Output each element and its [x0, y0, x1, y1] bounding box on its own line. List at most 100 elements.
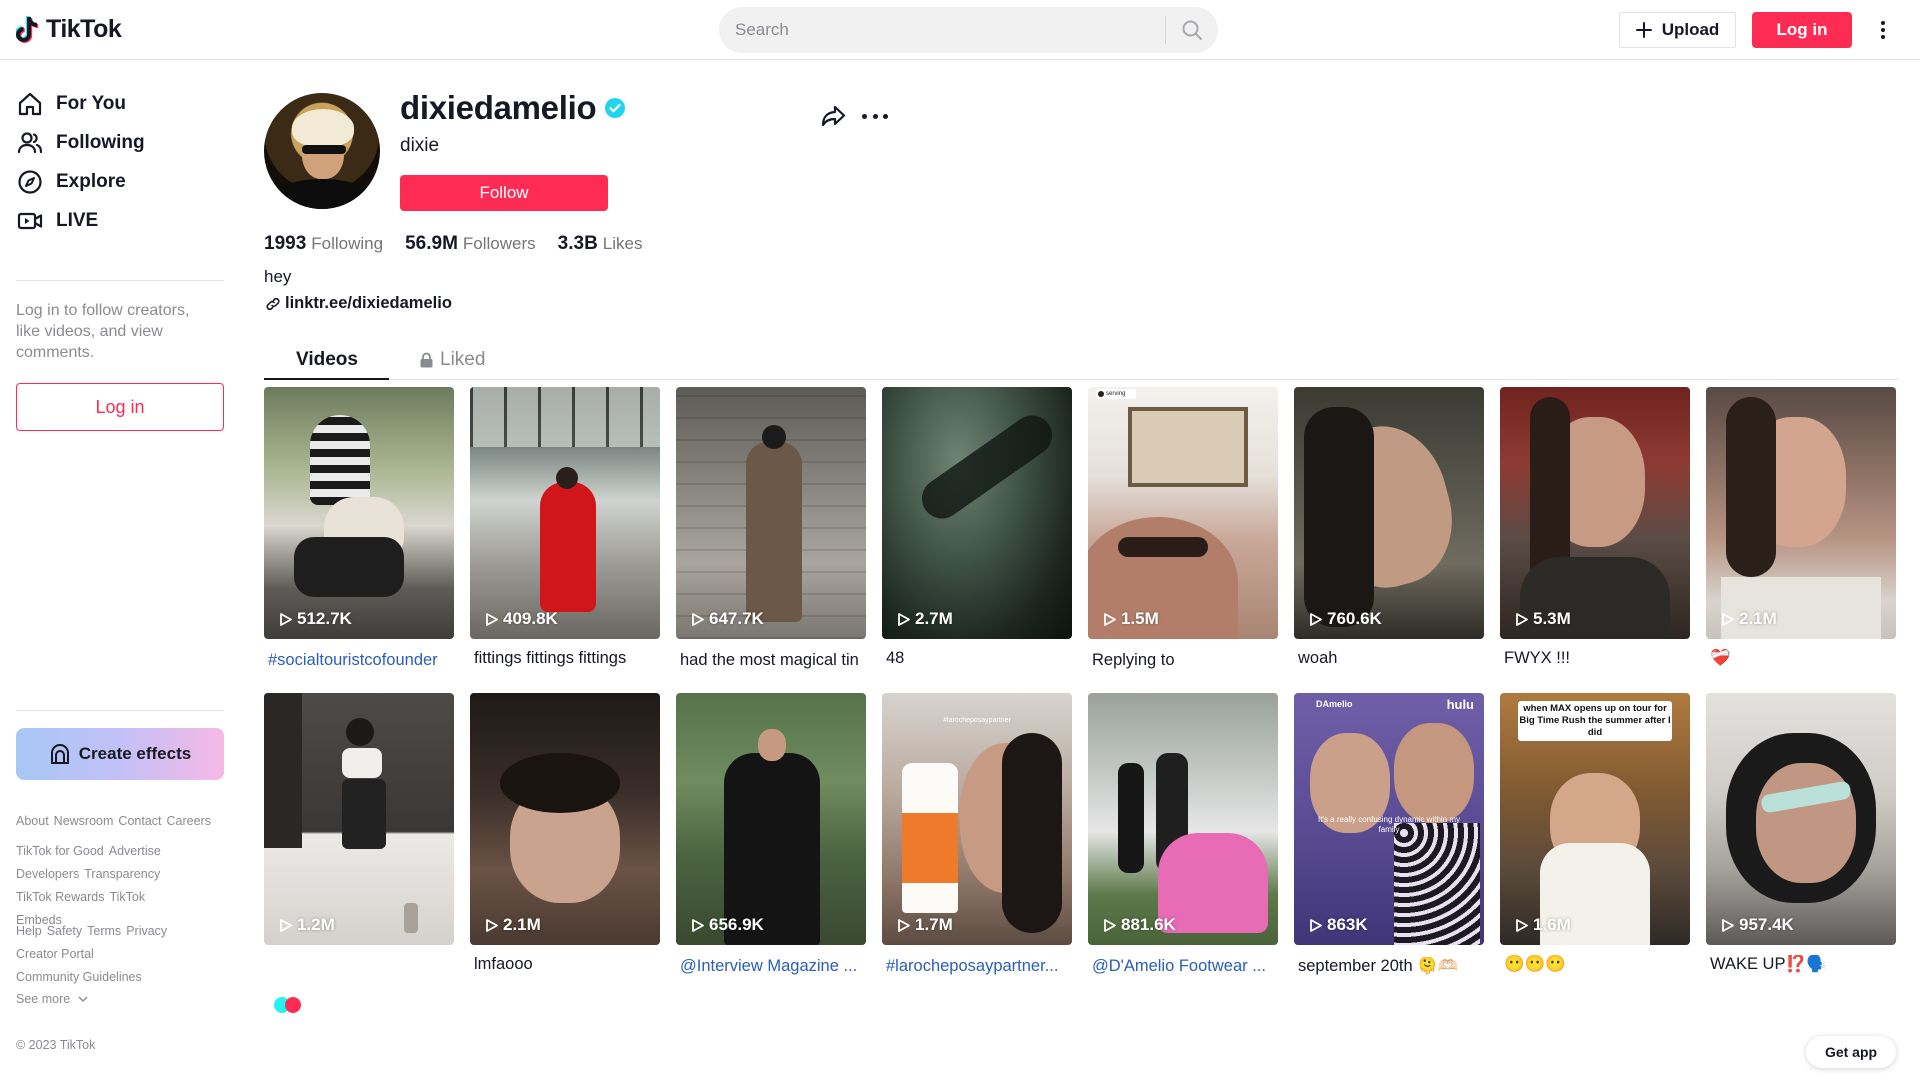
video-caption[interactable]: WAKE UP⁉️🗣️: [1710, 955, 1896, 974]
video-card[interactable]: 2.1M lmfaooo: [470, 693, 660, 973]
profile-more-icon[interactable]: [862, 106, 888, 126]
get-app-button[interactable]: Get app: [1806, 1036, 1896, 1068]
stat-following[interactable]: 1993 Following: [264, 233, 383, 255]
video-caption[interactable]: fittings fittings fittings: [474, 649, 660, 668]
footer-link[interactable]: Terms: [87, 924, 121, 938]
profile-avatar[interactable]: [264, 93, 380, 209]
sidebar-item-following[interactable]: Following: [16, 123, 145, 163]
footer-link[interactable]: Help: [16, 924, 42, 938]
video-card[interactable]: 647.7K had the most magical tin: [676, 387, 866, 669]
video-caption[interactable]: ❤️‍🩹: [1710, 649, 1896, 668]
video-caption[interactable]: 😶😶😶: [1504, 955, 1690, 974]
video-card[interactable]: 881.6K @D'Amelio Footwear ...: [1088, 693, 1278, 975]
play-icon: [1516, 612, 1528, 626]
tab-videos[interactable]: Videos: [296, 340, 358, 380]
view-count: 2.1M: [1720, 609, 1777, 629]
create-effects-button[interactable]: Create effects: [16, 728, 224, 780]
video-thumbnail: [882, 387, 1072, 639]
profile-username: dixiedamelio: [400, 89, 626, 127]
video-card[interactable]: 5.3M FWYX !!!: [1500, 387, 1690, 667]
stat-followers[interactable]: 56.9M Followers: [405, 233, 536, 255]
tab-liked[interactable]: Liked: [419, 340, 485, 380]
video-caption[interactable]: #socialtouristcofounder: [268, 651, 454, 670]
search-button[interactable]: [1166, 7, 1218, 53]
video-card[interactable]: DAmelio hulu It's a really confusing dyn…: [1294, 693, 1484, 975]
footer-link[interactable]: Community Guidelines: [16, 970, 142, 984]
video-thumbnail: [470, 693, 660, 945]
sidebar-divider: [16, 710, 224, 711]
footer-link[interactable]: Developers: [16, 867, 79, 881]
follow-button[interactable]: Follow: [400, 175, 608, 211]
video-caption[interactable]: 48: [886, 649, 1072, 668]
play-icon: [1310, 918, 1322, 932]
sidebar-item-for-you[interactable]: For You: [16, 84, 126, 124]
video-caption[interactable]: @Interview Magazine ...: [680, 957, 866, 976]
create-effects-label: Create effects: [78, 744, 192, 763]
video-caption[interactable]: had the most magical tin: [680, 651, 866, 670]
video-thumbnail: DAmelio hulu It's a really confusing dyn…: [1294, 693, 1484, 945]
video-thumbnail: [1706, 693, 1896, 945]
view-count: 5.3M: [1514, 609, 1571, 629]
play-icon: [486, 918, 498, 932]
video-thumbnail: [676, 693, 866, 945]
upload-button[interactable]: Upload: [1619, 12, 1736, 48]
footer-link[interactable]: Advertise: [109, 844, 161, 858]
footer-link[interactable]: Contact: [118, 814, 161, 828]
footer-link[interactable]: Privacy: [126, 924, 167, 938]
top-header: TikTok Upload Log in: [0, 0, 1920, 60]
video-card[interactable]: 1.2M: [264, 693, 454, 945]
search-input[interactable]: [719, 7, 1165, 53]
video-caption[interactable]: lmfaooo: [474, 955, 660, 974]
sidebar-login-button[interactable]: Log in: [16, 383, 224, 431]
video-card[interactable]: #larocheposaypartner 1.7M #larocheposayp…: [882, 693, 1072, 975]
logo-text: TikTok: [46, 14, 122, 43]
video-thumbnail: [1500, 387, 1690, 639]
play-icon: [898, 612, 910, 626]
play-icon: [1516, 918, 1528, 932]
footer-link[interactable]: TikTok for Good: [16, 844, 104, 858]
tiktok-logo[interactable]: TikTok: [16, 14, 122, 44]
sidebar-item-live[interactable]: LIVE: [16, 201, 98, 241]
footer-link[interactable]: Creator Portal: [16, 947, 94, 961]
home-icon: [18, 92, 42, 116]
stat-label: Following: [311, 234, 384, 253]
view-count: 2.7M: [896, 609, 953, 629]
footer-link[interactable]: About: [16, 814, 49, 828]
profile-link[interactable]: linktr.ee/dixiedamelio: [266, 294, 452, 313]
video-card[interactable]: 512.7K #socialtouristcofounder: [264, 387, 454, 669]
footer-link[interactable]: TikTok Rewards: [16, 890, 104, 904]
view-count-text: 2.1M: [503, 915, 541, 934]
footer-link[interactable]: Safety: [47, 924, 82, 938]
video-card[interactable]: serving 1.5M Replying to: [1088, 387, 1278, 669]
header-login-button[interactable]: Log in: [1752, 12, 1852, 48]
play-icon: [1722, 612, 1734, 626]
video-overlay-text: DAmelio: [1316, 699, 1353, 709]
stat-value: 3.3B: [557, 233, 598, 254]
sidebar-item-explore[interactable]: Explore: [16, 162, 126, 202]
video-caption[interactable]: #larocheposaypartner...: [886, 957, 1072, 976]
video-card[interactable]: 760.6K woah: [1294, 387, 1484, 667]
video-card[interactable]: 2.1M ❤️‍🩹: [1706, 387, 1896, 667]
video-caption[interactable]: @D'Amelio Footwear ...: [1092, 957, 1278, 976]
video-caption[interactable]: FWYX !!!: [1504, 649, 1690, 668]
footer-link[interactable]: Newsroom: [54, 814, 114, 828]
video-card[interactable]: 656.9K @Interview Magazine ...: [676, 693, 866, 975]
video-caption[interactable]: september 20th 🫠🫶🏻: [1298, 957, 1484, 976]
video-card[interactable]: 957.4K WAKE UP⁉️🗣️: [1706, 693, 1896, 973]
video-caption[interactable]: Replying to: [1092, 651, 1278, 670]
stat-label: Followers: [462, 234, 536, 253]
more-options-icon[interactable]: [1873, 14, 1893, 46]
stat-value: 56.9M: [405, 233, 458, 254]
play-icon: [692, 612, 704, 626]
overlay-badge-text: serving: [1106, 391, 1126, 397]
footer-link[interactable]: Transparency: [84, 867, 160, 881]
video-caption[interactable]: woah: [1298, 649, 1484, 668]
video-overlay-subtitle: It's a really confusing dynamic within m…: [1317, 815, 1461, 834]
footer-link[interactable]: Careers: [167, 814, 211, 828]
loading-indicator-icon: [274, 997, 301, 1013]
video-card[interactable]: 2.7M 48: [882, 387, 1072, 667]
video-card[interactable]: 409.8K fittings fittings fittings: [470, 387, 660, 667]
video-card[interactable]: when MAX opens up on tour for Big Time R…: [1500, 693, 1690, 973]
see-more-link[interactable]: See more: [16, 992, 88, 1006]
share-icon[interactable]: [819, 102, 847, 130]
